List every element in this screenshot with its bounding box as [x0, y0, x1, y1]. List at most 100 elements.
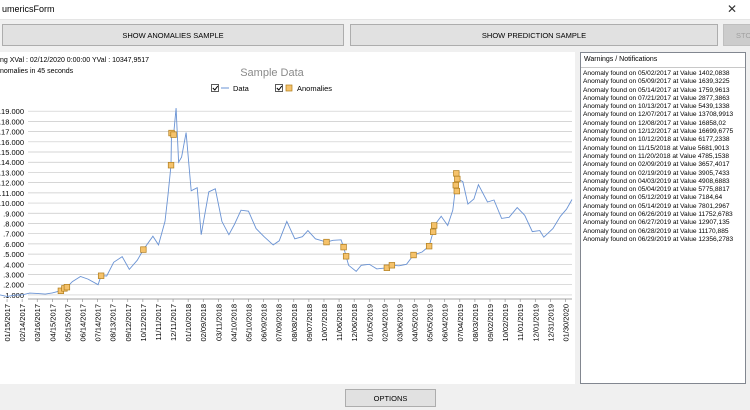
- anomaly-marker[interactable]: [323, 238, 330, 246]
- notification-item[interactable]: Anomaly found on 05/02/2017 at Value 140…: [583, 70, 743, 78]
- y-tick-label: .15.000: [0, 148, 24, 157]
- x-axis: 01/15/2017 02/14/2017 03/16/2017 04/15/2017…: [3, 299, 570, 342]
- x-tick-label: 08/13/2017: [109, 304, 118, 342]
- show-prediction-button[interactable]: SHOW PREDICTION SAMPLE: [350, 24, 718, 46]
- window-title: umericsForm: [2, 4, 55, 14]
- x-tick-label: 07/14/2017: [94, 304, 103, 342]
- notification-item[interactable]: Anomaly found on 06/27/2019 at Value 129…: [583, 219, 743, 227]
- anomaly-marker[interactable]: [425, 243, 433, 250]
- x-tick-label: 07/09/2018: [275, 304, 284, 342]
- show-anomalies-button[interactable]: SHOW ANOMALIES SAMPLE: [2, 24, 344, 46]
- anomaly-marker[interactable]: [63, 284, 71, 291]
- notifications-panel: Warnings / Notifications Anomaly found o…: [580, 52, 746, 384]
- chart-panel: ng XVal : 02/12/2020 0:00:00 YVal : 1034…: [0, 52, 575, 384]
- x-tick-label: 09/02/2019: [486, 304, 495, 342]
- notification-item[interactable]: Anomaly found on 02/09/2019 at Value 365…: [583, 161, 743, 169]
- anomaly-marker[interactable]: [342, 253, 350, 260]
- anomaly-marker[interactable]: [340, 243, 347, 251]
- notification-item[interactable]: Anomaly found on 02/19/2019 at Value 390…: [583, 170, 743, 178]
- y-axis: .1.000.2.000.3.000.4.000.5.000.6.000.7.0…: [0, 107, 24, 300]
- x-tick-label: 03/06/2019: [395, 304, 404, 342]
- y-tick-label: .5.000: [3, 250, 24, 259]
- notification-item[interactable]: Anomaly found on 11/15/2018 at Value 568…: [583, 145, 743, 153]
- x-tick-label: 04/10/2018: [229, 304, 238, 342]
- options-button[interactable]: OPTIONS: [345, 389, 436, 407]
- notification-item[interactable]: Anomaly found on 05/14/2017 at Value 175…: [583, 87, 743, 95]
- notification-item[interactable]: Anomaly found on 06/29/2019 at Value 123…: [583, 236, 743, 244]
- x-tick-label: 12/06/2018: [350, 304, 359, 342]
- x-tick-label: 11/11/2017: [154, 304, 163, 340]
- x-tick-label: 11/01/2019: [516, 304, 525, 341]
- y-tick-label: .17.000: [0, 128, 24, 137]
- anomaly-marker[interactable]: [167, 162, 175, 169]
- sample-data-chart[interactable]: Sample Data Data Anomalies .1.000.2.000.…: [0, 52, 575, 384]
- y-tick-label: .8.000: [3, 219, 24, 228]
- anomaly-marker[interactable]: [97, 272, 105, 279]
- x-tick-label: 03/11/2018: [214, 304, 223, 341]
- x-tick-label: 02/14/2017: [18, 304, 27, 342]
- x-tick-label: 07/04/2019: [456, 304, 465, 342]
- y-tick-label: .14.000: [0, 158, 24, 167]
- anomaly-marker[interactable]: [454, 175, 461, 183]
- x-tick-label: 01/30/2020: [561, 304, 570, 342]
- legend-anomaly-marker-icon: [285, 84, 293, 92]
- notification-item[interactable]: Anomaly found on 12/08/2017 at Value 168…: [583, 120, 743, 128]
- y-tick-label: .18.000: [0, 117, 24, 126]
- x-tick-label: 05/05/2019: [426, 304, 435, 342]
- notification-item[interactable]: Anomaly found on 05/04/2019 at Value 577…: [583, 186, 743, 194]
- anomaly-marker[interactable]: [431, 222, 438, 229]
- x-tick-label: 02/04/2019: [380, 304, 389, 342]
- series-line-data: [0, 108, 573, 297]
- x-tick-label: 02/09/2018: [199, 304, 208, 342]
- notification-item[interactable]: Anomaly found on 12/12/2017 at Value 166…: [583, 128, 743, 136]
- notification-item[interactable]: Anomaly found on 06/26/2019 at Value 117…: [583, 211, 743, 219]
- y-tick-label: .12.000: [0, 179, 24, 188]
- y-tick-label: .9.000: [3, 209, 24, 218]
- notification-item[interactable]: Anomaly found on 07/21/2017 at Value 287…: [583, 95, 743, 103]
- notification-item[interactable]: Anomaly found on 11/20/2018 at Value 478…: [583, 153, 743, 161]
- y-tick-label: .11.000: [0, 189, 24, 198]
- anomaly-marker[interactable]: [453, 170, 460, 177]
- chart-legend: Data Anomalies: [211, 84, 332, 93]
- y-tick-label: .3.000: [3, 271, 24, 280]
- notification-item[interactable]: Anomaly found on 06/28/2019 at Value 111…: [583, 228, 743, 236]
- x-tick-label: 11/06/2018: [335, 304, 344, 341]
- anomaly-marker[interactable]: [170, 131, 177, 138]
- anomaly-marker[interactable]: [388, 262, 396, 269]
- legend-anomalies-label: Anomalies: [297, 84, 332, 93]
- anomaly-marker[interactable]: [453, 187, 460, 195]
- notification-item[interactable]: Anomaly found on 10/13/2017 at Value 543…: [583, 103, 743, 111]
- notification-item[interactable]: Anomaly found on 04/03/2019 at Value 490…: [583, 178, 743, 186]
- anomaly-markers: [57, 129, 461, 294]
- anomaly-marker[interactable]: [430, 228, 437, 235]
- anomaly-marker[interactable]: [140, 246, 147, 253]
- x-tick-label: 12/31/2019: [546, 304, 555, 342]
- x-tick-label: 04/15/2017: [48, 304, 57, 342]
- chart-title: Sample Data: [240, 67, 304, 79]
- x-tick-label: 10/12/2017: [139, 304, 148, 342]
- x-tick-label: 03/16/2017: [33, 304, 42, 342]
- notification-item[interactable]: Anomaly found on 12/07/2017 at Value 137…: [583, 111, 743, 119]
- x-tick-label: 10/02/2019: [501, 304, 510, 342]
- notifications-title: Warnings / Notifications: [581, 53, 745, 68]
- y-tick-label: .13.000: [0, 168, 24, 177]
- notification-item[interactable]: Anomaly found on 10/12/2018 at Value 617…: [583, 136, 743, 144]
- y-tick-label: .10.000: [0, 199, 24, 208]
- x-tick-label: 05/10/2018: [245, 304, 254, 342]
- x-tick-label: 01/15/2017: [3, 304, 12, 342]
- notification-item[interactable]: Anomaly found on 05/14/2019 at Value 780…: [583, 203, 743, 211]
- notifications-list[interactable]: Anomaly found on 05/02/2017 at Value 140…: [583, 70, 743, 244]
- x-tick-label: 12/01/2019: [531, 304, 540, 342]
- x-tick-label: 10/07/2018: [320, 304, 329, 342]
- close-icon[interactable]: ✕: [724, 2, 740, 16]
- notification-item[interactable]: Anomaly found on 05/12/2019 at Value 718…: [583, 194, 743, 202]
- anomaly-marker[interactable]: [410, 251, 417, 259]
- anomaly-marker[interactable]: [452, 182, 459, 189]
- notification-item[interactable]: Anomaly found on 05/09/2017 at Value 163…: [583, 78, 743, 86]
- x-tick-label: 08/03/2019: [471, 304, 480, 342]
- stop-button[interactable]: STO: [723, 24, 750, 46]
- x-tick-label: 04/05/2019: [411, 304, 420, 342]
- x-tick-label: 01/05/2019: [365, 304, 374, 342]
- main-window: umericsForm ✕ SHOW ANOMALIES SAMPLE SHOW…: [0, 0, 750, 410]
- y-tick-label: .16.000: [0, 138, 24, 147]
